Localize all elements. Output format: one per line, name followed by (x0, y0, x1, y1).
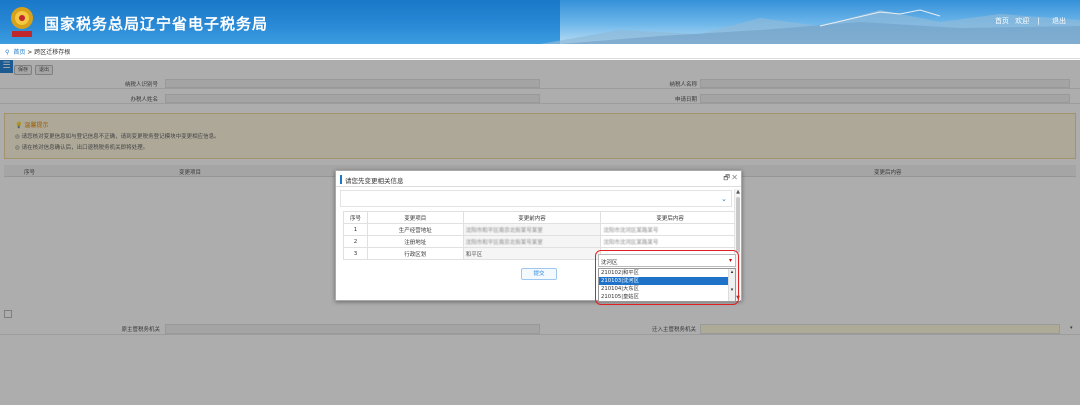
maximize-icon[interactable]: 🗗 (723, 174, 730, 185)
breadcrumb-home[interactable]: 首页 (13, 49, 25, 56)
col-header: 变更后内容 (600, 211, 740, 224)
close-icon[interactable]: ✕ (731, 173, 738, 182)
row-after[interactable]: 沈阳市沈河区某路某号 (600, 223, 740, 236)
site-header: 国家税务总局辽宁省电子税务局 首页 欢迎 | 退出 (0, 0, 1080, 44)
chevron-down-icon[interactable]: ⌄ (721, 195, 727, 203)
col-header: 序号 (343, 211, 368, 224)
collapse-panel[interactable]: ⌄ (340, 190, 732, 207)
row-after[interactable]: 沈阳市沈河区某路某号 (600, 235, 740, 248)
table-row: 1 生产经营地址 沈阳市和平区南京北街某号某室 沈阳市沈河区某路某号 (343, 223, 740, 236)
table-header-row: 序号 变更项目 变更前内容 变更后内容 (343, 211, 740, 224)
home-link[interactable]: 首页 (995, 17, 1009, 25)
welcome-text: 欢迎 (1015, 17, 1030, 25)
row-item: 生产经营地址 (366, 223, 464, 236)
row-no: 3 (343, 247, 368, 260)
modal-header: 请您先变更相关信息 🗗 ✕ (336, 171, 741, 187)
submit-button[interactable]: 提交 (521, 268, 557, 280)
header-divider: | (1037, 17, 1040, 25)
highlight-annotation (595, 250, 739, 305)
scroll-thumb[interactable] (736, 197, 740, 253)
location-pin-icon: ⚲ (5, 49, 10, 56)
site-title: 国家税务总局辽宁省电子税务局 (44, 15, 269, 33)
row-item: 注册地址 (366, 235, 464, 248)
row-before: 沈阳市和平区南京北街某号某室 (462, 223, 602, 236)
scroll-up-icon[interactable]: ▲ (735, 189, 741, 195)
row-no: 1 (343, 223, 368, 236)
col-header: 变更项目 (366, 211, 464, 224)
breadcrumb-separator: > (27, 49, 33, 56)
header-links: 首页 欢迎 | 退出 (991, 16, 1066, 26)
table-row: 2 注册地址 沈阳市和平区南京北街某号某室 沈阳市沈河区某路某号 (343, 235, 740, 248)
modal-title: 请您先变更相关信息 (345, 177, 404, 185)
logout-link[interactable]: 退出 (1052, 17, 1066, 25)
breadcrumb: ⚲ 首页 > 跨区迁移存根 (0, 44, 1080, 59)
row-no: 2 (343, 235, 368, 248)
row-before: 和平区 (462, 247, 602, 260)
row-before: 沈阳市和平区南京北街某号某室 (462, 235, 602, 248)
title-accent-bar (340, 175, 342, 184)
col-header: 变更前内容 (462, 211, 602, 224)
tax-bureau-emblem-icon (11, 7, 33, 37)
row-item: 行政区划 (366, 247, 464, 260)
breadcrumb-current: 跨区迁移存根 (34, 49, 71, 56)
